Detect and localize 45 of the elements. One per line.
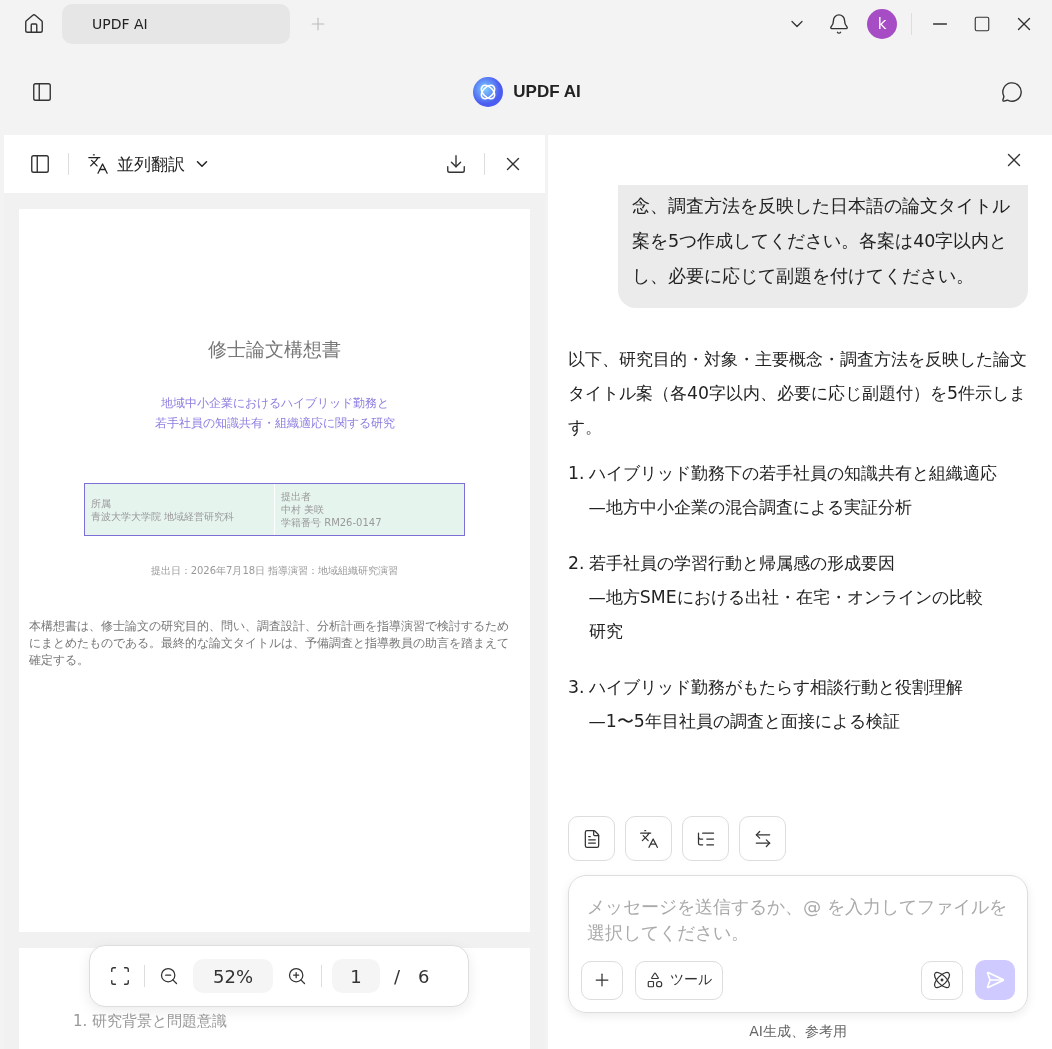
translate-button[interactable] <box>625 816 672 861</box>
summarize-button[interactable] <box>568 816 615 861</box>
info-text: 中村 美咲 <box>281 503 326 516</box>
section-heading: 1. 研究背景と問題意識 <box>73 1012 229 1031</box>
mind-map-button[interactable] <box>682 816 729 861</box>
document-title: 修士論文構想書 <box>208 337 341 362</box>
info-text: 青波大学大学院 地域経営研究科 <box>91 509 236 523</box>
translate-icon <box>87 153 109 175</box>
title-subtitle: —1〜5年目社員の調査と面接による検証 <box>588 710 901 733</box>
model-button[interactable] <box>921 960 963 1000</box>
avatar[interactable]: k <box>867 9 897 39</box>
title-subtitle: —地方SMEにおける出社・在宅・オンラインの比較研究 <box>588 586 984 643</box>
submission-text: 提出日：2026年7月18日 指導演習：地域組織研究演習 <box>150 564 399 578</box>
disclaimer: AI生成、参考用 <box>748 1022 848 1041</box>
logo-icon <box>473 76 504 107</box>
info-text: 提出者 <box>281 490 312 503</box>
list-number: 3. <box>568 676 585 699</box>
send-icon <box>985 970 1005 990</box>
message-input[interactable]: メッセージを送信するか、@ を入力してファイルを選択してください。 ツール <box>568 875 1028 1013</box>
page-number-field[interactable]: 1 <box>332 959 380 993</box>
convert-button[interactable] <box>739 816 786 861</box>
atom-icon <box>932 970 952 990</box>
shapes-icon <box>646 971 664 989</box>
title-suggestion: ハイブリッド勤務下の若手社員の知識共有と組織適応 <box>588 462 997 485</box>
user-message: 念、調査方法を反映した日本語の論文タイトル案を5つ作成してください。各案は40字以内とし、必要に応じて副題を付けてください。 <box>618 185 1028 308</box>
title-subtitle: —地方中小企業の混合調査による実証分析 <box>588 496 913 519</box>
note-paragraph: 本構想書は、修士論文の研究目的、問い、調査設計、分析計画を指導演習で検討するためにまとめたものである。最終的な論文タイトルは、予備調査と指導教員の助言を踏まえて確定する。 <box>28 618 510 669</box>
tab[interactable]: UPDF AI <box>62 4 290 44</box>
document-subtitle: 若手社員の知識共有・組織適応に関する研究 <box>154 415 395 432</box>
list-number: 2. <box>568 552 585 575</box>
translation-mode-dropdown[interactable]: 並列翻訳 <box>83 152 215 176</box>
title-suggestion: ハイブリッド勤務がもたらす相談行動と役割理解 <box>588 676 963 699</box>
list-number: 1. <box>568 462 585 485</box>
add-button[interactable] <box>581 960 623 1000</box>
translate-icon <box>638 828 659 849</box>
document-subtitle: 地域中小企業におけるハイブリッド勤務と <box>159 395 390 412</box>
reply-intro: 以下、研究目的・対象・主要概念・調査方法を反映した論文タイトル案（各40字以内、必要に応じ副題付）を5件示します。 <box>568 348 1028 439</box>
tools-button[interactable]: ツール <box>635 960 723 1000</box>
zoom-level[interactable]: 52% <box>193 959 273 993</box>
title-suggestion: 若手社員の学習行動と帰属感の形成要因 <box>588 552 896 575</box>
info-text: 所属 <box>91 496 112 510</box>
info-text: 学籍番号 RM26-0147 <box>281 516 383 529</box>
page-separator: / <box>393 965 402 987</box>
page-total: 6 <box>417 965 431 987</box>
app-title: UPDF AI <box>513 81 581 102</box>
